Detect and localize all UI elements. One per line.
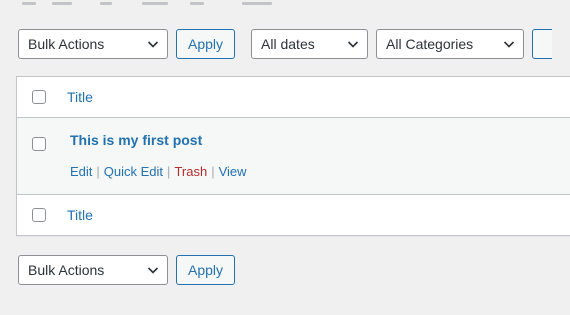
separator: |: [211, 164, 215, 179]
post-checkbox[interactable]: [32, 137, 46, 151]
table-footer-row: Title: [17, 195, 570, 235]
bulk-actions-select[interactable]: Bulk Actions: [18, 29, 168, 59]
apply-label: Apply: [188, 262, 224, 278]
filter-button-partial[interactable]: [532, 29, 553, 59]
bulk-actions-select-bottom[interactable]: Bulk Actions: [18, 255, 168, 285]
date-filter-label: All dates: [261, 36, 315, 52]
category-filter-label: All Categories: [386, 36, 474, 52]
apply-label: Apply: [188, 36, 224, 52]
posts-table: Title This is my first post Edit | Quick E…: [16, 76, 570, 236]
table-header-row: Title: [17, 77, 570, 118]
quick-edit-link[interactable]: Quick Edit: [104, 164, 163, 179]
title-column-footer[interactable]: Title: [67, 207, 93, 223]
separator: |: [96, 164, 100, 179]
category-filter-select[interactable]: All Categories: [376, 29, 525, 59]
edit-link[interactable]: Edit: [70, 164, 92, 179]
post-title-link[interactable]: This is my first post: [70, 132, 202, 148]
truncated-top-text: [22, 0, 282, 10]
row-actions: Edit | Quick Edit | Trash | View: [70, 164, 247, 179]
select-all-checkbox-footer[interactable]: [32, 208, 46, 222]
apply-button-bottom[interactable]: Apply: [176, 255, 236, 285]
trash-link[interactable]: Trash: [174, 164, 207, 179]
tablenav-top: Bulk Actions Apply All dates All Categor…: [18, 29, 553, 59]
chevron-down-icon: [147, 267, 159, 274]
date-filter-select[interactable]: All dates: [251, 29, 369, 59]
title-column-header[interactable]: Title: [67, 89, 93, 105]
apply-button[interactable]: Apply: [176, 29, 236, 59]
tablenav-bottom: Bulk Actions Apply: [18, 255, 236, 285]
separator: |: [167, 164, 171, 179]
table-row: This is my first post Edit | Quick Edit | Tr…: [17, 118, 570, 195]
bulk-actions-label: Bulk Actions: [28, 262, 105, 278]
view-link[interactable]: View: [219, 164, 247, 179]
chevron-down-icon: [347, 41, 359, 48]
chevron-down-icon: [147, 41, 159, 48]
select-all-checkbox[interactable]: [32, 90, 46, 104]
bulk-actions-label: Bulk Actions: [28, 36, 105, 52]
chevron-down-icon: [503, 41, 515, 48]
